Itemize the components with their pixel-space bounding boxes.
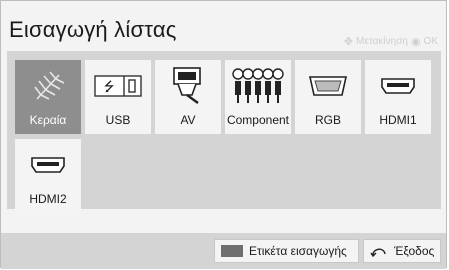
input-tile-rgb[interactable]: RGB <box>295 60 361 134</box>
input-label: HDMI1 <box>379 113 417 127</box>
input-label: RGB <box>314 113 341 127</box>
ok-circle-icon: ◉ <box>410 36 421 48</box>
footer-bar: Ετικέτα εισαγωγής Έξοδος <box>1 233 446 269</box>
ok-hint-label: OK <box>423 36 438 47</box>
input-tile-hdmi1[interactable]: HDMI1 <box>365 60 431 134</box>
back-arrow-icon <box>370 245 388 257</box>
edit-input-label-button[interactable]: Ετικέτα εισαγωγής <box>214 239 359 263</box>
page-title: Εισαγωγή λίστας <box>9 17 177 42</box>
input-label: Component <box>226 113 290 127</box>
input-tile-component[interactable]: Component <box>225 60 291 134</box>
input-tile-antenna[interactable]: Κεραία <box>15 60 81 134</box>
input-label: Κεραία <box>29 113 67 127</box>
exit-label: Έξοδος <box>394 244 435 258</box>
input-list-dialog: Εισαγωγή λίστας ✥ Μετακίνηση ◉ OK Κεραία… <box>0 0 447 269</box>
antenna-icon <box>15 66 81 106</box>
hdmi-icon <box>15 145 81 185</box>
color-key-icon <box>221 245 243 257</box>
av-scart-icon <box>155 66 221 106</box>
input-label: AV <box>180 113 196 127</box>
rgb-vga-icon <box>295 66 361 106</box>
usb-icon: ⭍ <box>85 66 151 106</box>
input-label: USB <box>105 113 131 127</box>
input-tile-usb[interactable]: ⭍ USB <box>85 60 151 134</box>
svg-text:⭍: ⭍ <box>104 80 115 95</box>
move-hint-label: Μετακίνηση <box>356 36 408 47</box>
input-tile-av[interactable]: AV <box>155 60 221 134</box>
component-icon <box>225 66 291 106</box>
input-grid: Κεραία ⭍ USB AV Component RGB HDMI1 HDMI… <box>7 51 441 213</box>
exit-button[interactable]: Έξοδος <box>363 239 441 263</box>
dpad-icon: ✥ <box>343 36 354 48</box>
edit-input-label-text: Ετικέτα εισαγωγής <box>249 244 347 258</box>
input-tile-hdmi2[interactable]: HDMI2 <box>15 139 81 213</box>
navigation-hint: ✥ Μετακίνηση ◉ OK <box>344 35 438 48</box>
input-label: HDMI2 <box>29 192 67 206</box>
hdmi-icon <box>365 66 431 106</box>
title-bar: Εισαγωγή λίστας ✥ Μετακίνηση ◉ OK <box>1 1 446 49</box>
